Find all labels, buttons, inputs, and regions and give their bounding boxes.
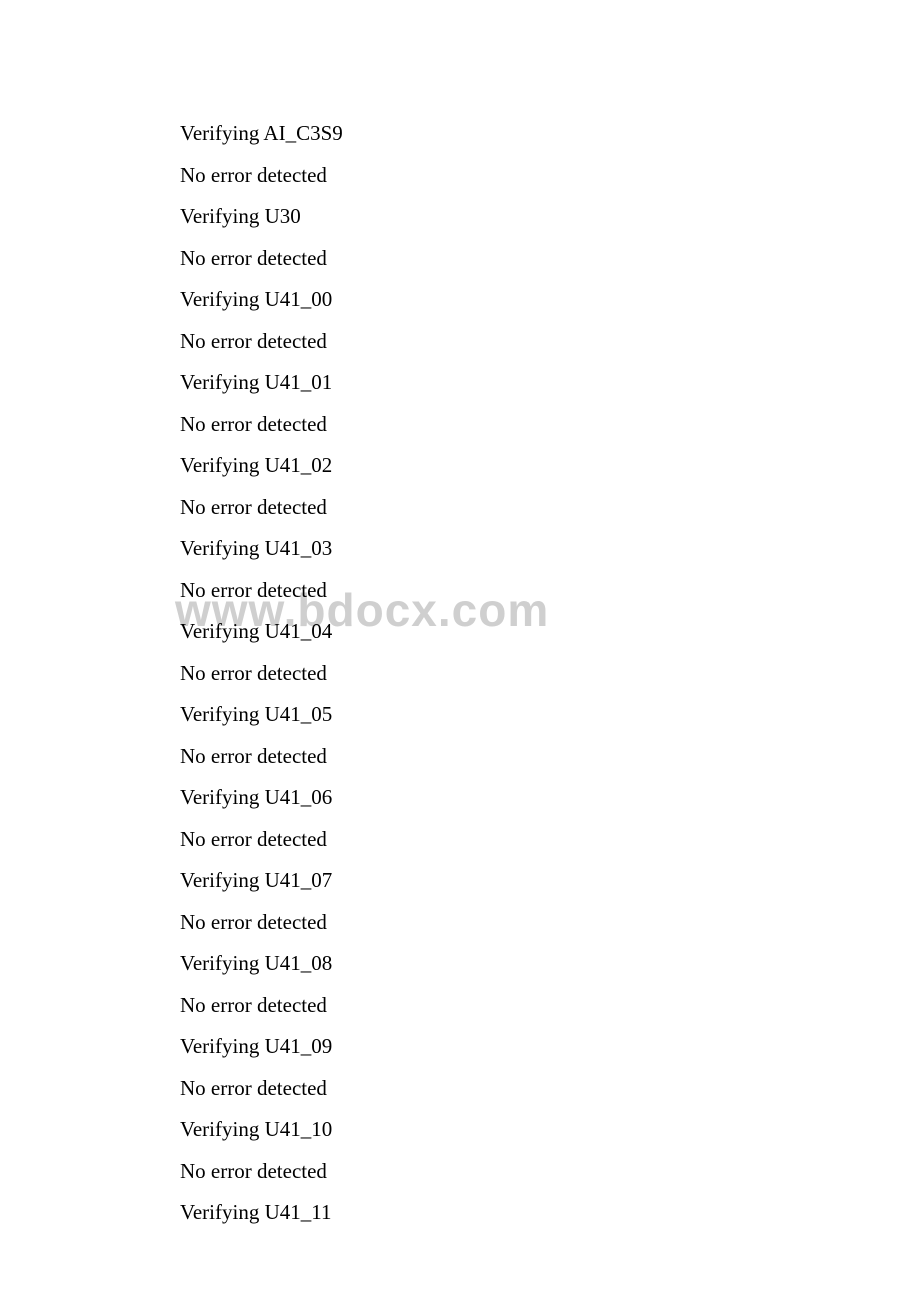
log-line: No error detected <box>180 404 343 446</box>
log-line: Verifying U41_04 <box>180 611 343 653</box>
log-line: No error detected <box>180 321 343 363</box>
log-line: No error detected <box>180 819 343 861</box>
log-line: Verifying U41_03 <box>180 528 343 570</box>
log-line: Verifying U41_01 <box>180 362 343 404</box>
log-line: Verifying U41_00 <box>180 279 343 321</box>
log-line: Verifying U41_09 <box>180 1026 343 1068</box>
log-line: No error detected <box>180 902 343 944</box>
log-line: No error detected <box>180 1151 343 1193</box>
log-line: No error detected <box>180 570 343 612</box>
log-line: No error detected <box>180 985 343 1027</box>
log-line: Verifying U30 <box>180 196 343 238</box>
document-content: Verifying AI_C3S9 No error detected Veri… <box>180 113 343 1234</box>
log-line: Verifying U41_11 <box>180 1192 343 1234</box>
log-line: Verifying U41_07 <box>180 860 343 902</box>
log-line: No error detected <box>180 736 343 778</box>
log-line: No error detected <box>180 238 343 280</box>
log-line: No error detected <box>180 155 343 197</box>
log-line: Verifying U41_08 <box>180 943 343 985</box>
log-line: No error detected <box>180 487 343 529</box>
log-line: No error detected <box>180 653 343 695</box>
log-line: Verifying U41_02 <box>180 445 343 487</box>
log-line: Verifying U41_10 <box>180 1109 343 1151</box>
log-line: Verifying U41_05 <box>180 694 343 736</box>
log-line: Verifying U41_06 <box>180 777 343 819</box>
log-line: No error detected <box>180 1068 343 1110</box>
log-line: Verifying AI_C3S9 <box>180 113 343 155</box>
